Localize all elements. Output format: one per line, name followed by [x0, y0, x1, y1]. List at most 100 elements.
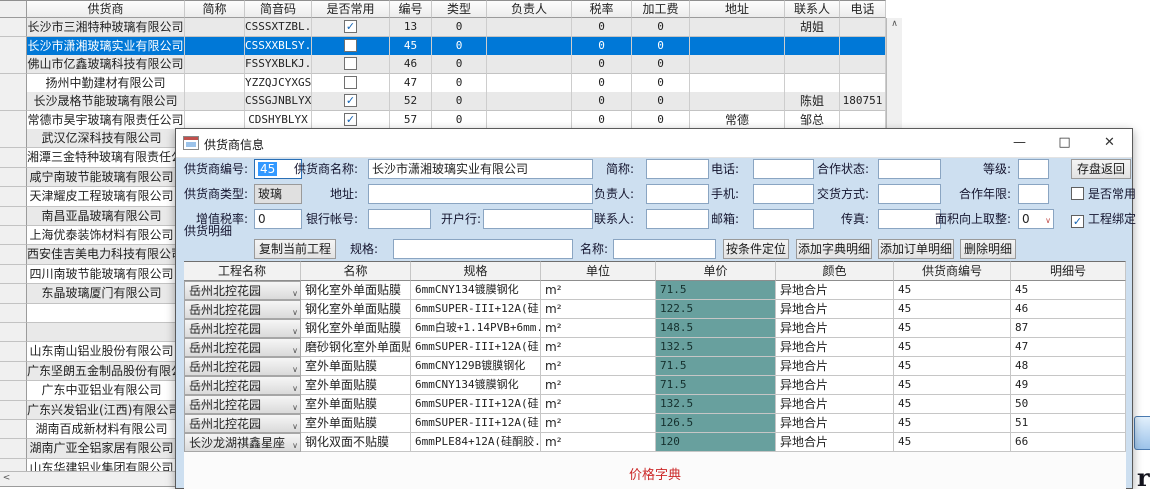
grid-cell[interactable]: 钢化双面不贴膜: [301, 433, 411, 452]
grid-cell[interactable]: 148.5: [656, 319, 776, 338]
cell-code[interactable]: YZZQJCYXGS: [245, 74, 312, 93]
grid-cell[interactable]: m²: [541, 319, 656, 338]
cell-type[interactable]: 0: [432, 92, 487, 111]
project-combo-cell[interactable]: 岳州北控花园∨: [184, 300, 301, 319]
cell-rowhdr[interactable]: [0, 55, 27, 74]
cell-tax[interactable]: 0: [572, 18, 632, 37]
supplier-list-item[interactable]: 湖南广亚全铝家居有限公司: [27, 439, 176, 458]
cell-common[interactable]: ✓: [312, 18, 390, 37]
supplier-list-item[interactable]: 东晶玻璃厦门有限公司: [27, 284, 176, 303]
cell-fee[interactable]: 0: [632, 18, 690, 37]
grid-cell[interactable]: 异地合片: [776, 433, 894, 452]
grid-cell[interactable]: 6mmSUPER-III+12A(硅..: [411, 300, 541, 319]
grid-cell[interactable]: 6mmCNY129B镀膜钢化: [411, 357, 541, 376]
add-dictionary-detail-button[interactable]: 添加字典明细: [796, 239, 872, 259]
cell-name[interactable]: 常德市昊宇玻璃有限责任公司: [27, 111, 185, 130]
cell-rowhdr[interactable]: [0, 18, 27, 37]
cell-fee[interactable]: 0: [632, 111, 690, 130]
grid-cell[interactable]: 132.5: [656, 395, 776, 414]
cell-no[interactable]: 57: [390, 111, 432, 130]
grid-cell[interactable]: 钢化室外单面贴膜: [301, 300, 411, 319]
cell-addr[interactable]: [690, 92, 785, 111]
supplier-list-item[interactable]: 南昌亚晶玻璃有限公司: [27, 207, 176, 226]
suppliers-list-hscrollbar[interactable]: <: [0, 471, 176, 487]
grid-cell[interactable]: 51: [1011, 414, 1126, 433]
grid-cell[interactable]: 45: [894, 357, 1011, 376]
save-return-button[interactable]: 存盘返回: [1071, 159, 1131, 179]
grid-cell[interactable]: 71.5: [656, 357, 776, 376]
grid-cell[interactable]: 45: [894, 433, 1011, 452]
cell-phone[interactable]: [840, 111, 886, 130]
cell-fee[interactable]: 0: [632, 92, 690, 111]
supplier_name-field[interactable]: 长沙市潇湘玻璃实业有限公司: [368, 159, 593, 179]
cell-abbr[interactable]: [185, 37, 245, 56]
cell-manager[interactable]: [487, 74, 572, 93]
grid-cell[interactable]: 6mmSUPER-III+12A(硅..: [411, 414, 541, 433]
cell-code[interactable]: CSSXXBLSY..: [245, 37, 312, 56]
supplier-list-item[interactable]: 广东兴发铝业(江西)有限公司: [27, 401, 176, 420]
supplier-list-item[interactable]: [27, 323, 176, 342]
row-header[interactable]: [0, 381, 27, 400]
supplier-list-item[interactable]: 天津耀皮工程玻璃有限公司: [27, 187, 176, 206]
supplier-list-item[interactable]: 湖南百成新材料有限公司: [27, 420, 176, 439]
cell-common[interactable]: ✓: [312, 111, 390, 130]
suppliers-table-vscrollbar[interactable]: ∧: [886, 18, 902, 129]
grid-cell[interactable]: 126.5: [656, 414, 776, 433]
checkbox-unchecked-icon[interactable]: [344, 57, 357, 70]
cell-abbr[interactable]: [185, 74, 245, 93]
cell-type[interactable]: 0: [432, 18, 487, 37]
supplier-list-item[interactable]: 上海优泰装饰材料有限公司: [27, 226, 176, 245]
cell-abbr[interactable]: [185, 111, 245, 130]
cell-name[interactable]: 佛山市亿鑫玻璃科技有限公司: [27, 55, 185, 74]
row-header[interactable]: [0, 401, 27, 420]
row-header[interactable]: [0, 187, 27, 206]
row-header[interactable]: [0, 168, 27, 187]
cell-tax[interactable]: 0: [572, 37, 632, 56]
cell-code[interactable]: CDSHYBLYX: [245, 111, 312, 130]
cell-name[interactable]: 长沙晟格节能玻璃有限公司: [27, 92, 185, 111]
grid-cell[interactable]: m²: [541, 281, 656, 300]
project-bind-checkbox[interactable]: ✓工程绑定: [1071, 209, 1136, 229]
grid-cell[interactable]: 87: [1011, 319, 1126, 338]
grid-cell[interactable]: 45: [894, 376, 1011, 395]
cell-type[interactable]: 0: [432, 37, 487, 56]
cell-code[interactable]: FSSYXBLKJ..: [245, 55, 312, 74]
grid-cell[interactable]: 异地合片: [776, 414, 894, 433]
grid-cell[interactable]: 磨砂钢化室外单面贴膜: [301, 338, 411, 357]
delete-detail-button[interactable]: 删除明细: [960, 239, 1016, 259]
dialog-titlebar[interactable]: 供货商信息 — □ ✕: [176, 129, 1132, 158]
grid-cell[interactable]: 钢化室外单面贴膜: [301, 319, 411, 338]
cell-fee[interactable]: 0: [632, 37, 690, 56]
cell-code[interactable]: CSSGJNBLYXGS: [245, 92, 312, 111]
grid-cell[interactable]: m²: [541, 395, 656, 414]
row-header[interactable]: [0, 323, 27, 342]
cell-no[interactable]: 52: [390, 92, 432, 111]
cell-addr[interactable]: 常德: [690, 111, 785, 130]
cell-tax[interactable]: 0: [572, 111, 632, 130]
cell-abbr[interactable]: [185, 92, 245, 111]
copy-current-project-button[interactable]: 复制当前工程: [254, 239, 336, 259]
chevron-down-icon[interactable]: ∨: [292, 304, 298, 319]
maximize-icon[interactable]: □: [1042, 129, 1087, 156]
cell-contact[interactable]: [785, 37, 840, 56]
add-order-detail-button[interactable]: 添加订单明细: [878, 239, 954, 259]
grid-cell[interactable]: 6mmCNY134镀膜钢化: [411, 376, 541, 395]
cell-rowhdr[interactable]: [0, 74, 27, 93]
area_round-field[interactable]: 0∨: [1018, 209, 1054, 229]
grid-cell[interactable]: m²: [541, 414, 656, 433]
grid-cell[interactable]: 45: [894, 414, 1011, 433]
grid-cell[interactable]: m²: [541, 338, 656, 357]
row-header[interactable]: [0, 245, 27, 264]
project-combo-cell[interactable]: 岳州北控花园∨: [184, 414, 301, 433]
bank-field[interactable]: [483, 209, 593, 229]
cell-abbr[interactable]: [185, 18, 245, 37]
cell-phone[interactable]: [840, 55, 886, 74]
supplier-list-item[interactable]: 山东南山铝业股份有限公司: [27, 342, 176, 361]
cell-rowhdr[interactable]: [0, 111, 27, 130]
grid-cell[interactable]: 122.5: [656, 300, 776, 319]
row-header[interactable]: [0, 226, 27, 245]
cell-common[interactable]: [312, 37, 390, 56]
chevron-down-icon[interactable]: ∨: [292, 437, 298, 452]
grid-cell[interactable]: 室外单面贴膜: [301, 376, 411, 395]
cell-no[interactable]: 45: [390, 37, 432, 56]
